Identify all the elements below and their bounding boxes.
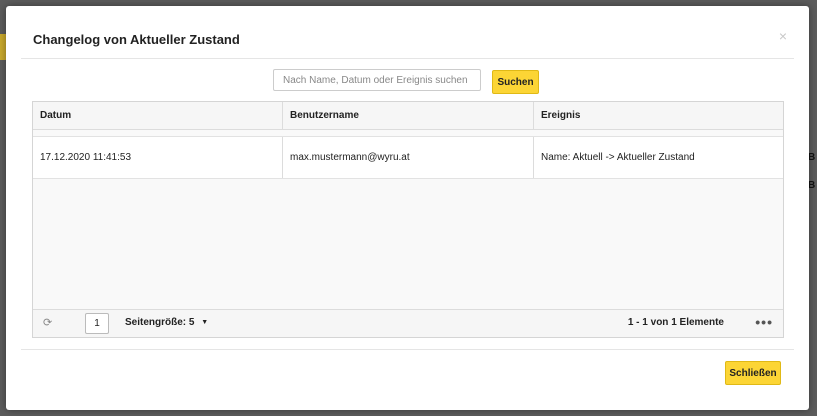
cell-datum: 17.12.2020 11:41:53 (33, 137, 283, 178)
column-header-ereignis[interactable]: Ereignis (534, 102, 783, 129)
current-page-input[interactable]: 1 (85, 313, 109, 334)
divider (21, 58, 794, 59)
refresh-icon[interactable]: ⟳ (43, 316, 52, 329)
cell-ereignis: Name: Aktuell -> Aktueller Zustand (541, 152, 695, 163)
grid-pager: ⟳ 1 Seitengröße: 5 ▼ 1 - 1 von 1 Element… (33, 309, 783, 337)
more-icon[interactable]: ••• (755, 310, 773, 334)
close-button[interactable]: Schließen (725, 361, 781, 385)
background-app-fragment: B (808, 152, 816, 163)
search-input[interactable] (273, 69, 481, 91)
column-header-datum[interactable]: Datum (33, 102, 283, 129)
pager-range-info: 1 - 1 von 1 Elemente (627, 317, 724, 328)
background-app-fragment: B (808, 180, 816, 191)
changelog-dialog: Changelog von Aktueller Zustand × Suchen… (6, 6, 809, 410)
search-button[interactable]: Suchen (492, 70, 539, 94)
dialog-title: Changelog von Aktueller Zustand (33, 32, 240, 47)
page-size-value: 5 (188, 317, 195, 328)
close-icon[interactable]: × (779, 28, 787, 44)
changelog-grid: Datum Benutzername Ereignis 17.12.2020 1… (32, 101, 784, 338)
chevron-down-icon: ▼ (201, 319, 209, 326)
grid-scroll-strip (33, 130, 783, 137)
table-row[interactable]: 17.12.2020 11:41:53 max.mustermann@wyru.… (33, 137, 783, 179)
column-header-benutzername[interactable]: Benutzername (283, 102, 534, 129)
divider (21, 349, 794, 350)
page-size-label: Seitengröße: (125, 317, 187, 328)
page-size-dropdown[interactable]: Seitengröße: 5 ▼ (125, 310, 208, 336)
grid-header: Datum Benutzername Ereignis (33, 102, 783, 130)
cell-benutzername: max.mustermann@wyru.at (283, 137, 534, 178)
